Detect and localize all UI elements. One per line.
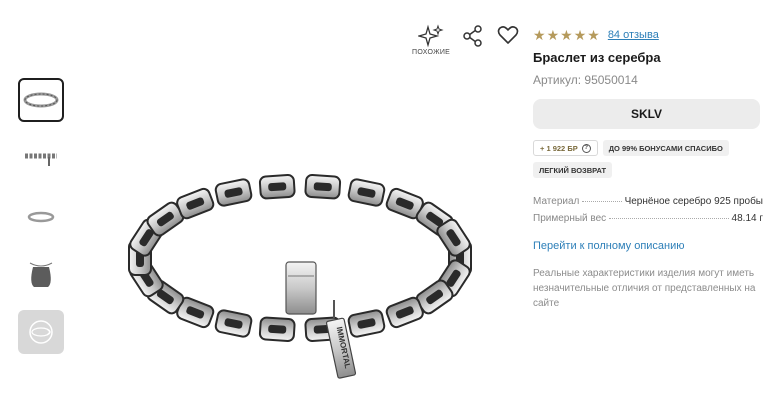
question-icon[interactable]: ? [581,143,591,153]
star-icon: ★ [546,27,560,43]
bracelet-thumb-icon [23,92,59,108]
similar-button[interactable]: ПОХОЖИЕ [412,24,450,56]
badges-row: + 1 922 БР ? ДО 99% БОНУСАМИ СПАСИБО [533,140,763,156]
chain-link [385,296,424,329]
brand-button[interactable]: SKLV [533,99,760,129]
bracelet-image: IMMORTAL [128,174,472,379]
star-rating: ★ ★ ★ ★ ★ [533,28,600,42]
rating-row: ★ ★ ★ ★ ★ 84 отзыва [533,26,763,44]
chain-link [214,178,253,207]
bracelet-chain [128,174,472,342]
spec-value: 48.14 г [731,213,763,224]
thumbnail-bracelet-small[interactable] [18,194,64,238]
star-icon: ★ [533,27,546,43]
thumbnail-bracelet-front[interactable] [18,78,64,122]
bonus-badge[interactable]: + 1 922 БР ? [533,140,598,156]
thumbnail-360-view[interactable] [18,310,64,354]
bracelet-clasp [285,261,317,315]
chain-link [214,309,253,338]
product-info: ★ ★ ★ ★ ★ 84 отзыва Браслет из серебра Артик… [533,26,763,311]
product-article: Артикул: 95050014 [533,73,638,87]
rotate-360-icon [29,320,53,344]
sparkle-icon [418,24,444,48]
thumbnail-list [18,78,66,368]
spec-dots [609,218,729,219]
disclaimer-note: Реальные характеристики изделия могут им… [533,268,756,309]
share-icon [463,25,482,47]
star-icon: ★ [560,27,573,43]
chain-link [347,309,386,338]
chain-link [258,174,296,200]
bonus-badge-text: + 1 922 БР [540,143,578,153]
thumbnail-pouch[interactable] [18,252,64,296]
product-main-image[interactable]: IMMORTAL [120,150,480,390]
star-icon: ★ [587,27,600,43]
easy-return-badge: ЛЕГКИЙ ВОЗВРАТ [533,162,613,178]
product-title: Браслет из серебра [533,50,661,65]
badges-row-2: ЛЕГКИЙ ВОЗВРАТ [533,162,763,178]
product-actions: ПОХОЖИЕ [412,24,520,56]
spec-row-material: Материал Чернёное серебро 925 пробы [533,196,763,213]
bracelet-open-thumb-icon [25,153,57,166]
specs-list: Материал Чернёное серебро 925 пробы Прим… [533,196,763,230]
star-icon: ★ [573,27,587,43]
full-description-link[interactable]: Перейти к полному описанию [533,240,685,252]
chain-link [176,187,215,220]
chain-link [258,316,296,342]
spec-row-weight: Примерный вес 48.14 г [533,213,763,230]
pouch-thumb-icon [29,262,53,287]
similar-label: ПОХОЖИЕ [412,49,451,56]
reviews-link[interactable]: 84 отзыва [608,29,659,41]
spec-key: Материал [533,196,580,207]
spec-key: Примерный вес [533,213,607,224]
spec-value: Чернёное серебро 925 пробы [624,196,763,207]
spasibo-badge: ДО 99% БОНУСАМИ СПАСИБО [602,140,729,156]
heart-icon [497,26,519,44]
chain-link [304,174,342,200]
favorite-button[interactable] [496,24,520,46]
chain-link [347,178,386,207]
bracelet-small-thumb-icon [27,211,55,223]
spec-dots [582,201,622,202]
thumbnail-bracelet-open[interactable] [18,136,64,180]
share-button[interactable] [462,24,484,48]
